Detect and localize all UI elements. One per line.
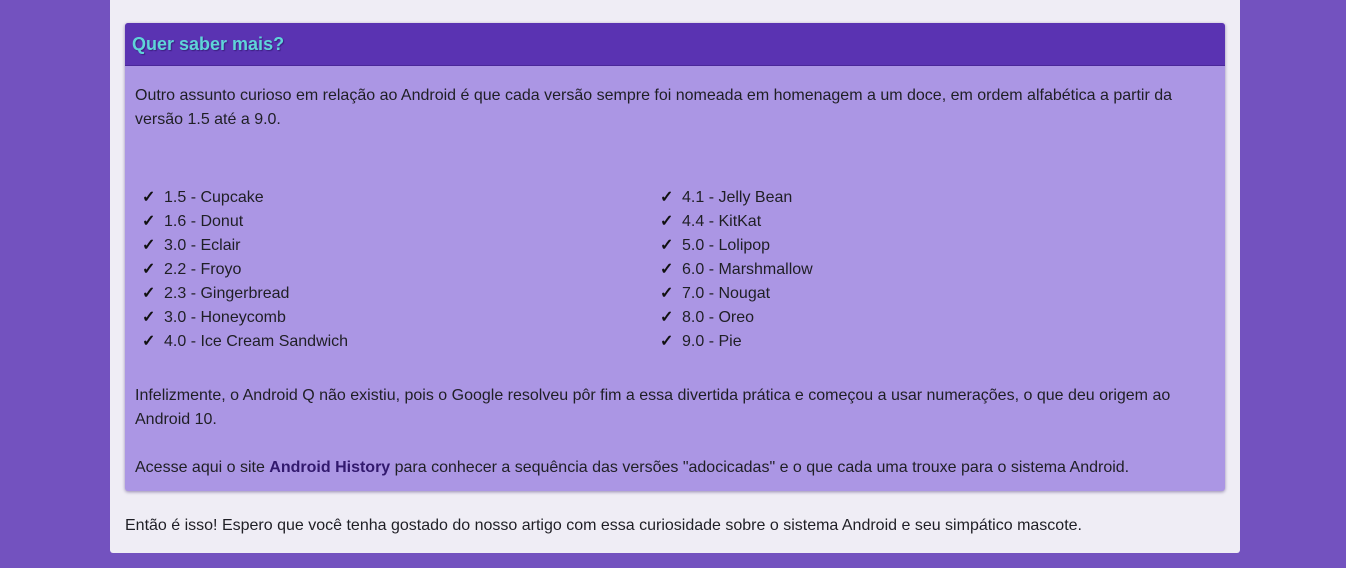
version-label: 5.0 - Lolipop (682, 237, 771, 254)
version-list-item: ✓ 1.6 - Donut (142, 210, 348, 234)
checkmark-icon: ✓ (142, 261, 156, 278)
version-label: 2.2 - Froyo (164, 261, 242, 278)
closing-paragraph: Então é isso! Espero que você tenha gost… (125, 517, 1082, 534)
version-list-item: ✓ 2.3 - Gingerbread (142, 282, 348, 306)
checkmark-icon: ✓ (660, 189, 674, 206)
checkmark-icon: ✓ (660, 333, 674, 350)
checkmark-icon: ✓ (660, 213, 674, 230)
checkmark-icon: ✓ (142, 213, 156, 230)
version-label: 8.0 - Oreo (682, 309, 755, 326)
version-label: 4.1 - Jelly Bean (682, 189, 793, 206)
card-header: Quer saber mais? (125, 23, 1225, 66)
version-list-item: ✓ 7.0 - Nougat (660, 282, 813, 306)
content-page: Quer saber mais? Outro assunto curioso e… (110, 0, 1240, 553)
checkmark-icon: ✓ (142, 189, 156, 206)
version-label: 1.5 - Cupcake (164, 189, 264, 206)
version-label: 4.4 - KitKat (682, 213, 762, 230)
checkmark-icon: ✓ (660, 237, 674, 254)
versions-list-left: ✓ 1.5 - Cupcake ✓ 1.6 - Donut ✓ 3.0 - Eclair ✓… (142, 186, 348, 354)
version-list-item: ✓ 3.0 - Honeycomb (142, 306, 348, 330)
versions-list-right: ✓ 4.1 - Jelly Bean ✓ 4.4 - KitKat ✓ 5.0 - Lol… (660, 186, 813, 354)
version-list-item: ✓ 3.0 - Eclair (142, 234, 348, 258)
version-label: 1.6 - Donut (164, 213, 244, 230)
version-list-item: ✓ 9.0 - Pie (660, 330, 813, 354)
version-list-item: ✓ 5.0 - Lolipop (660, 234, 813, 258)
version-label: 7.0 - Nougat (682, 285, 771, 302)
checkmark-icon: ✓ (142, 309, 156, 326)
version-label: 3.0 - Eclair (164, 237, 241, 254)
version-label: 9.0 - Pie (682, 333, 742, 350)
version-list-item: ✓ 4.1 - Jelly Bean (660, 186, 813, 210)
version-label: 2.3 - Gingerbread (164, 285, 290, 302)
version-list-item: ✓ 4.4 - KitKat (660, 210, 813, 234)
version-label: 4.0 - Ice Cream Sandwich (164, 333, 349, 350)
checkmark-icon: ✓ (660, 309, 674, 326)
checkmark-icon: ✓ (660, 285, 674, 302)
info-card: Quer saber mais? Outro assunto curioso e… (125, 23, 1225, 491)
android-history-link[interactable]: Android History (269, 459, 390, 476)
version-list-item: ✓ 8.0 - Oreo (660, 306, 813, 330)
intro-paragraph: Outro assunto curioso em relação ao Andr… (135, 87, 1173, 128)
card-title: Quer saber mais? (132, 34, 285, 54)
version-label: 6.0 - Marshmallow (682, 261, 813, 278)
checkmark-icon: ✓ (142, 285, 156, 302)
access-paragraph: Acesse aqui o site Android History para … (135, 456, 1195, 480)
checkmark-icon: ✓ (142, 237, 156, 254)
version-list-item: ✓ 4.0 - Ice Cream Sandwich (142, 330, 348, 354)
access-text-before: Acesse aqui o site (135, 459, 270, 476)
android-q-paragraph: Infelizmente, o Android Q não existiu, p… (135, 387, 1171, 428)
access-text-after: para conhecer a sequência das versões "a… (390, 459, 1130, 476)
version-list-item: ✓ 2.2 - Froyo (142, 258, 348, 282)
version-list-item: ✓ 6.0 - Marshmallow (660, 258, 813, 282)
checkmark-icon: ✓ (660, 261, 674, 278)
version-label: 3.0 - Honeycomb (164, 309, 286, 326)
version-list-item: ✓ 1.5 - Cupcake (142, 186, 348, 210)
checkmark-icon: ✓ (142, 333, 156, 350)
